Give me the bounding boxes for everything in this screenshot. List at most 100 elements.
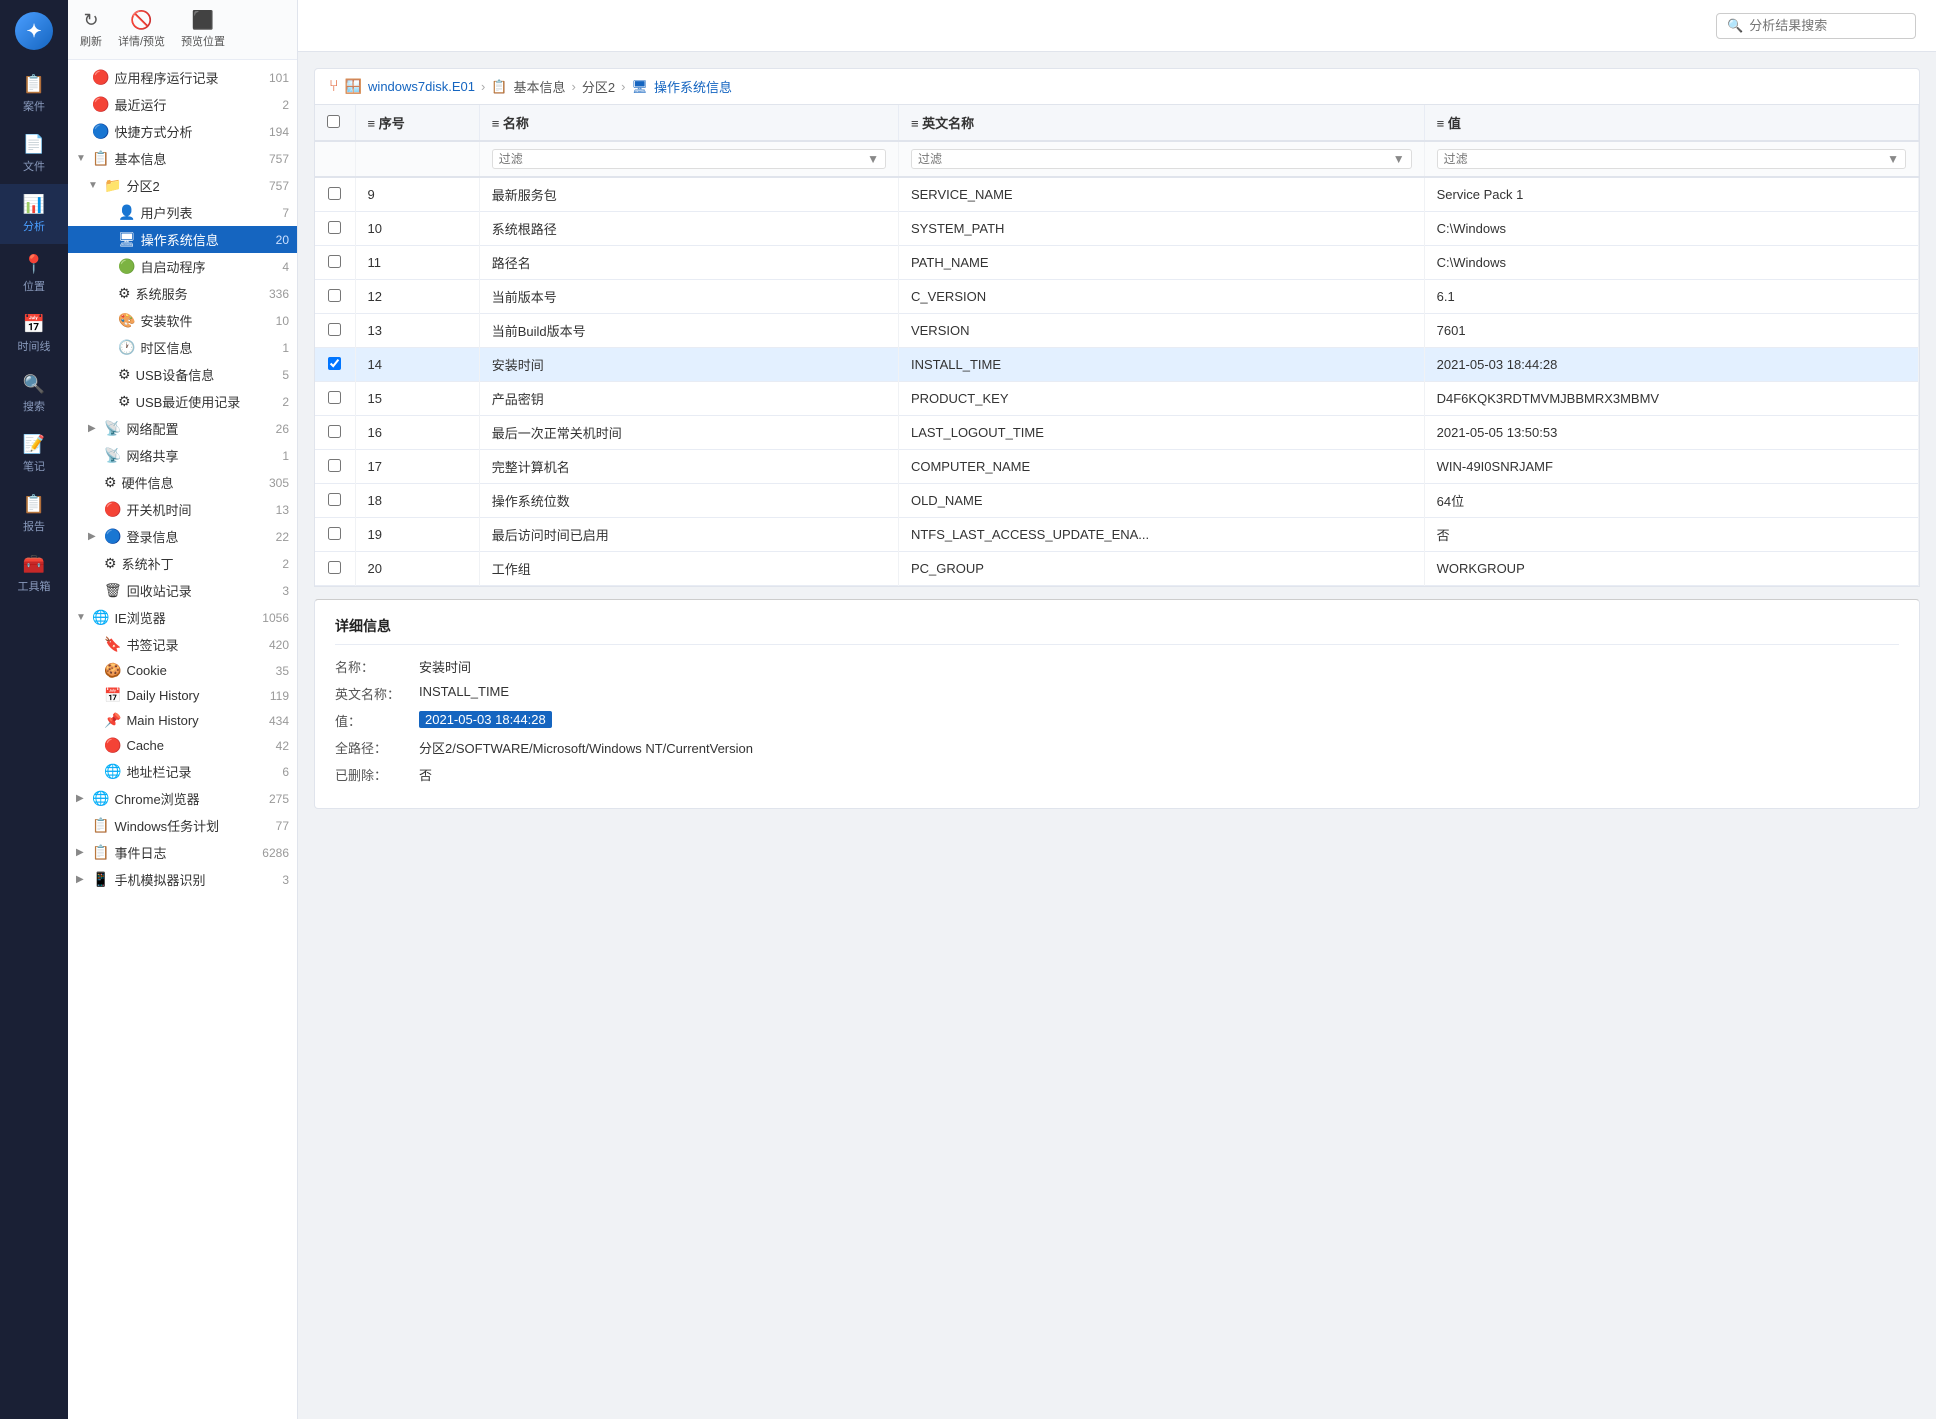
sidebar-item-sys-service[interactable]: ▶⚙系统服务336 [68, 280, 297, 307]
tree-item-count: 7 [282, 206, 289, 220]
table-row[interactable]: 11 路径名 PATH_NAME C:\Windows [315, 246, 1919, 280]
sidebar-item-usb-recent[interactable]: ▶⚙USB最近使用记录2 [68, 388, 297, 415]
sidebar-item-login-info[interactable]: ▶🔵登录信息22 [68, 523, 297, 550]
sidebar-item-recycle[interactable]: ▶🗑回收站记录3 [68, 577, 297, 604]
tree-item-icon: 🔖 [104, 636, 121, 653]
sidebar-item-network-share[interactable]: ▶📡网络共享1 [68, 442, 297, 469]
row-checkbox[interactable] [328, 323, 341, 336]
sidebar-item-autostart[interactable]: ▶🟢自启动程序4 [68, 253, 297, 280]
nav-item-location[interactable]: 📍 位置 [0, 244, 68, 304]
nav-item-timeline[interactable]: 📅 时间线 [0, 304, 68, 364]
detail-button[interactable]: 🚫 详情/预览 [118, 10, 165, 49]
col-seq-label: ≡ 序号 [368, 113, 405, 132]
sidebar-item-user-list[interactable]: ▶👤用户列表7 [68, 199, 297, 226]
table-row[interactable]: 18 操作系统位数 OLD_NAME 64位 [315, 484, 1919, 518]
bc-os[interactable]: 操作系统信息 [654, 77, 732, 96]
tree-item-label: 分区2 [126, 176, 269, 195]
sidebar-item-cookie[interactable]: ▶🍪Cookie35 [68, 658, 297, 683]
sidebar-item-basic-info[interactable]: ▼📋基本信息757 [68, 145, 297, 172]
sidebar-item-installed-sw[interactable]: ▶🎨安装软件10 [68, 307, 297, 334]
col-checkbox [315, 105, 355, 141]
table-body: 9 最新服务包 SERVICE_NAME Service Pack 1 10 系… [315, 177, 1919, 586]
sidebar-item-ie-browser[interactable]: ▼🌐IE浏览器1056 [68, 604, 297, 631]
row-checkbox[interactable] [328, 187, 341, 200]
sidebar-item-partition2[interactable]: ▼📁分区2757 [68, 172, 297, 199]
preview-position-button[interactable]: ⬛ 预览位置 [181, 10, 225, 49]
row-checkbox[interactable] [328, 561, 341, 574]
select-all-checkbox[interactable] [327, 115, 340, 128]
sidebar-item-chrome[interactable]: ▶🌐Chrome浏览器275 [68, 785, 297, 812]
tree-item-label: 最近运行 [114, 95, 282, 114]
table-row[interactable]: 14 安装时间 INSTALL_TIME 2021-05-03 18:44:28 [315, 348, 1919, 382]
tree-item-icon: ⚙ [118, 285, 131, 302]
row-seq: 10 [355, 212, 479, 246]
table-row[interactable]: 10 系统根路径 SYSTEM_PATH C:\Windows [315, 212, 1919, 246]
nav-item-case[interactable]: 📋 案件 [0, 64, 68, 124]
nav-label-report: 报告 [23, 518, 45, 534]
sidebar-item-event-log[interactable]: ▶📋事件日志6286 [68, 839, 297, 866]
row-checkbox[interactable] [328, 391, 341, 404]
row-name: 路径名 [479, 246, 898, 280]
breadcrumb: ⑂ 🪟 windows7disk.E01 › 📋 基本信息 › 分区2 › 🖥 … [314, 68, 1920, 105]
nav-item-search[interactable]: 🔍 搜索 [0, 364, 68, 424]
nav-item-report[interactable]: 📋 报告 [0, 484, 68, 544]
row-name: 安装时间 [479, 348, 898, 382]
filter-value-input[interactable] [1444, 152, 1883, 166]
search-input[interactable] [1749, 18, 1909, 33]
row-checkbox[interactable] [328, 459, 341, 472]
sidebar-item-hardware-info[interactable]: ▶⚙硬件信息305 [68, 469, 297, 496]
row-value: C:\Windows [1424, 212, 1918, 246]
notes-icon: 📝 [23, 434, 45, 455]
sidebar-item-cache[interactable]: ▶🔴Cache42 [68, 733, 297, 758]
sidebar-item-shortcut[interactable]: ▶🔵快捷方式分析194 [68, 118, 297, 145]
table-row[interactable]: 9 最新服务包 SERVICE_NAME Service Pack 1 [315, 177, 1919, 212]
sidebar-item-boot-time[interactable]: ▶🔴开关机时间13 [68, 496, 297, 523]
refresh-button[interactable]: ↻ 刷新 [80, 10, 102, 49]
filter-value-icon[interactable]: ▼ [1887, 152, 1899, 166]
search-box[interactable]: 🔍 [1716, 13, 1916, 39]
sidebar-item-app-log[interactable]: ▶🔴应用程序运行记录101 [68, 64, 297, 91]
sidebar-item-network-config[interactable]: ▶📡网络配置26 [68, 415, 297, 442]
sidebar-item-address-bar[interactable]: ▶🌐地址栏记录6 [68, 758, 297, 785]
sidebar-item-main-history[interactable]: ▶📌Main History434 [68, 708, 297, 733]
table-row[interactable]: 20 工作组 PC_GROUP WORKGROUP [315, 552, 1919, 586]
tree-item-count: 434 [269, 714, 289, 728]
row-checkbox[interactable] [328, 527, 341, 540]
row-checkbox[interactable] [328, 493, 341, 506]
sidebar-item-daily-history[interactable]: ▶📅Daily History119 [68, 683, 297, 708]
row-checkbox[interactable] [328, 255, 341, 268]
sidebar-item-recent-run[interactable]: ▶🔴最近运行2 [68, 91, 297, 118]
detail-row: 名称： 安装时间 [335, 657, 1899, 676]
sidebar-item-timezone[interactable]: ▶🕐时区信息1 [68, 334, 297, 361]
sidebar-item-os-info[interactable]: ▶🖥操作系统信息20 [68, 226, 297, 253]
table-row[interactable]: 16 最后一次正常关机时间 LAST_LOGOUT_TIME 2021-05-0… [315, 416, 1919, 450]
row-seq: 9 [355, 177, 479, 212]
filter-en-name-input[interactable] [918, 152, 1389, 166]
sidebar-item-bookmark[interactable]: ▶🔖书签记录420 [68, 631, 297, 658]
sidebar-item-mobile-emu[interactable]: ▶📱手机模拟器识别3 [68, 866, 297, 893]
table-row[interactable]: 13 当前Build版本号 VERSION 7601 [315, 314, 1919, 348]
table-row[interactable]: 15 产品密钥 PRODUCT_KEY D4F6KQK3RDTMVMJBBMRX… [315, 382, 1919, 416]
nav-item-analysis[interactable]: 📊 分析 [0, 184, 68, 244]
row-checkbox[interactable] [328, 221, 341, 234]
filter-en-name-icon[interactable]: ▼ [1393, 152, 1405, 166]
row-checkbox[interactable] [328, 357, 341, 370]
filter-name-icon[interactable]: ▼ [867, 152, 879, 166]
filter-name-input[interactable] [499, 152, 863, 166]
row-checkbox[interactable] [328, 289, 341, 302]
table-row[interactable]: 17 完整计算机名 COMPUTER_NAME WIN-49I0SNRJAMF [315, 450, 1919, 484]
bc-disk[interactable]: windows7disk.E01 [368, 79, 475, 94]
tree-item-count: 1056 [262, 611, 289, 625]
tree-item-icon: 🕐 [118, 339, 135, 356]
tree-item-count: 2 [282, 395, 289, 409]
sidebar-item-win-task[interactable]: ▶📋Windows任务计划77 [68, 812, 297, 839]
nav-item-tools[interactable]: 🧰 工具箱 [0, 544, 68, 604]
table-row[interactable]: 12 当前版本号 C_VERSION 6.1 [315, 280, 1919, 314]
nav-item-file[interactable]: 📄 文件 [0, 124, 68, 184]
sidebar-item-usb-devices[interactable]: ▶⚙USB设备信息5 [68, 361, 297, 388]
table-row[interactable]: 19 最后访问时间已启用 NTFS_LAST_ACCESS_UPDATE_ENA… [315, 518, 1919, 552]
sidebar-item-sys-patch[interactable]: ▶⚙系统补丁2 [68, 550, 297, 577]
nav-item-notes[interactable]: 📝 笔记 [0, 424, 68, 484]
tree-item-label: Main History [126, 713, 269, 728]
row-checkbox[interactable] [328, 425, 341, 438]
